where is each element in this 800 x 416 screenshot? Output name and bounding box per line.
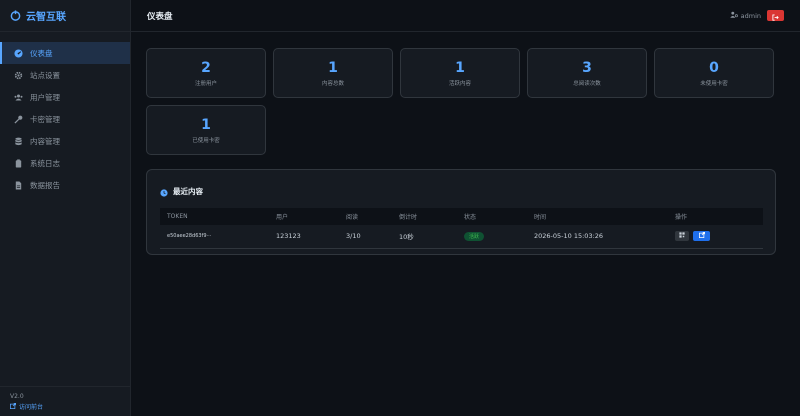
stat-label: 注册用户 <box>194 80 217 87</box>
external-link-icon <box>698 232 705 240</box>
stat-value: 2 <box>201 59 211 76</box>
user-cog-icon <box>729 11 738 20</box>
stat-label: 总阅读次数 <box>573 80 601 87</box>
stat-card-total-reads: 3 总阅读次数 <box>527 48 647 98</box>
cell-time: 2026-05-10 15:03:26 <box>534 232 604 241</box>
qr-code-button[interactable] <box>675 231 689 242</box>
logout-icon <box>772 6 779 25</box>
sidebar-item-cards[interactable]: 卡密管理 <box>0 108 130 130</box>
qr-code-icon <box>679 232 685 240</box>
stat-value: 1 <box>455 59 465 76</box>
visit-frontend-label: 访问前台 <box>19 404 44 411</box>
stat-card-registered-users: 2 注册用户 <box>146 48 266 98</box>
cell-user: 123123 <box>276 232 301 241</box>
sidebar-item-label: 数据报告 <box>30 180 60 190</box>
key-icon <box>14 115 23 124</box>
stats-grid: 2 注册用户 1 内容总数 1 活跃内容 3 总阅读次数 0 未使用卡密 1 已… <box>146 48 785 155</box>
stat-label: 活跃内容 <box>448 80 471 87</box>
stat-card-used-cards: 1 已使用卡密 <box>146 105 266 155</box>
cell-reads: 3/10 <box>346 232 361 241</box>
stat-card-active-content: 1 活跃内容 <box>400 48 520 98</box>
sidebar-nav: 仪表盘 站点设置 用户管理 卡密管理 内容管理 系统日志 数据报告 <box>0 32 130 196</box>
recent-content-title: 最近内容 <box>173 187 203 196</box>
dashboard-icon <box>14 48 23 58</box>
logout-button[interactable] <box>767 10 784 21</box>
clipboard-icon <box>14 158 23 168</box>
sidebar-item-logs[interactable]: 系统日志 <box>0 152 130 174</box>
sidebar-item-dashboard[interactable]: 仪表盘 <box>0 42 130 64</box>
sidebar-item-label: 用户管理 <box>30 92 60 102</box>
stat-label: 未使用卡密 <box>700 80 728 87</box>
column-header-countdown: 倒计时 <box>399 214 418 221</box>
cell-countdown: 10秒 <box>399 233 414 242</box>
stat-value: 1 <box>201 116 211 133</box>
brand-logo-icon <box>10 10 21 21</box>
stat-card-unused-cards: 0 未使用卡密 <box>654 48 774 98</box>
cell-token: e50aee28d63f9··· <box>167 233 212 240</box>
stat-value: 0 <box>709 59 719 76</box>
main-area: 仪表盘 admin 2 注册用户 1 内容总数 1 活跃内容 3 总阅读次数 0… <box>131 0 800 416</box>
brand[interactable]: 云智互联 <box>0 0 130 32</box>
column-header-actions: 操作 <box>675 214 688 221</box>
sidebar-item-label: 内容管理 <box>30 136 60 146</box>
recent-content-header: 最近内容 <box>160 182 762 201</box>
database-icon <box>14 137 23 146</box>
users-icon <box>14 93 23 102</box>
column-header-status: 状态 <box>464 214 477 221</box>
cell-status: 活跃 <box>457 225 527 248</box>
status-badge: 活跃 <box>464 231 485 241</box>
sidebar-item-label: 卡密管理 <box>30 114 60 124</box>
dashboard-content: 2 注册用户 1 内容总数 1 活跃内容 3 总阅读次数 0 未使用卡密 1 已… <box>131 32 800 271</box>
sidebar-item-content[interactable]: 内容管理 <box>0 130 130 152</box>
stat-label: 已使用卡密 <box>192 137 220 144</box>
user-menu[interactable]: admin <box>729 11 761 20</box>
sidebar-item-label: 系统日志 <box>30 158 60 168</box>
version-label: V2.0 <box>10 393 24 400</box>
sidebar-item-site-settings[interactable]: 站点设置 <box>0 64 130 86</box>
brand-name: 云智互联 <box>26 12 66 23</box>
stat-value: 1 <box>328 59 338 76</box>
sidebar-footer: V2.0 访问前台 <box>0 386 130 416</box>
visit-frontend-link[interactable]: 访问前台 <box>10 402 120 411</box>
sidebar: 云智互联 仪表盘 站点设置 用户管理 卡密管理 内容管理 系统日志 数据报告 V… <box>0 0 131 416</box>
sidebar-item-label: 仪表盘 <box>30 48 53 58</box>
topbar-right: admin <box>729 10 784 21</box>
row-actions <box>675 231 763 242</box>
external-link-icon <box>10 402 16 411</box>
stat-value: 3 <box>582 59 592 76</box>
gear-icon <box>14 71 23 80</box>
top-bar: 仪表盘 admin <box>131 0 800 32</box>
sidebar-item-users[interactable]: 用户管理 <box>0 86 130 108</box>
sidebar-item-label: 站点设置 <box>30 70 60 80</box>
username: admin <box>740 11 761 20</box>
open-link-button[interactable] <box>693 231 710 242</box>
sidebar-item-reports[interactable]: 数据报告 <box>0 174 130 196</box>
table-header-row: TOKEN 用户 阅读 倒计时 状态 时间 操作 <box>160 208 763 225</box>
clock-icon <box>160 182 168 201</box>
column-header-user: 用户 <box>276 214 289 221</box>
recent-content-table: TOKEN 用户 阅读 倒计时 状态 时间 操作 e50aee28d63f9··… <box>160 208 763 249</box>
file-icon <box>14 180 23 190</box>
column-header-token: TOKEN <box>167 213 188 220</box>
app-root: 云智互联 仪表盘 站点设置 用户管理 卡密管理 内容管理 系统日志 数据报告 V… <box>0 0 800 416</box>
stat-label: 内容总数 <box>321 80 344 87</box>
column-header-time: 时间 <box>534 214 547 221</box>
table-row: e50aee28d63f9··· 123123 3/10 10秒 活跃 2026… <box>160 225 763 248</box>
stat-card-total-content: 1 内容总数 <box>273 48 393 98</box>
page-title: 仪表盘 <box>147 11 173 22</box>
cell-actions <box>668 225 763 248</box>
recent-content-panel: 最近内容 TOKEN 用户 阅读 倒计时 状态 时间 操作 e50aee28d6… <box>146 169 776 255</box>
column-header-reads: 阅读 <box>346 214 359 221</box>
